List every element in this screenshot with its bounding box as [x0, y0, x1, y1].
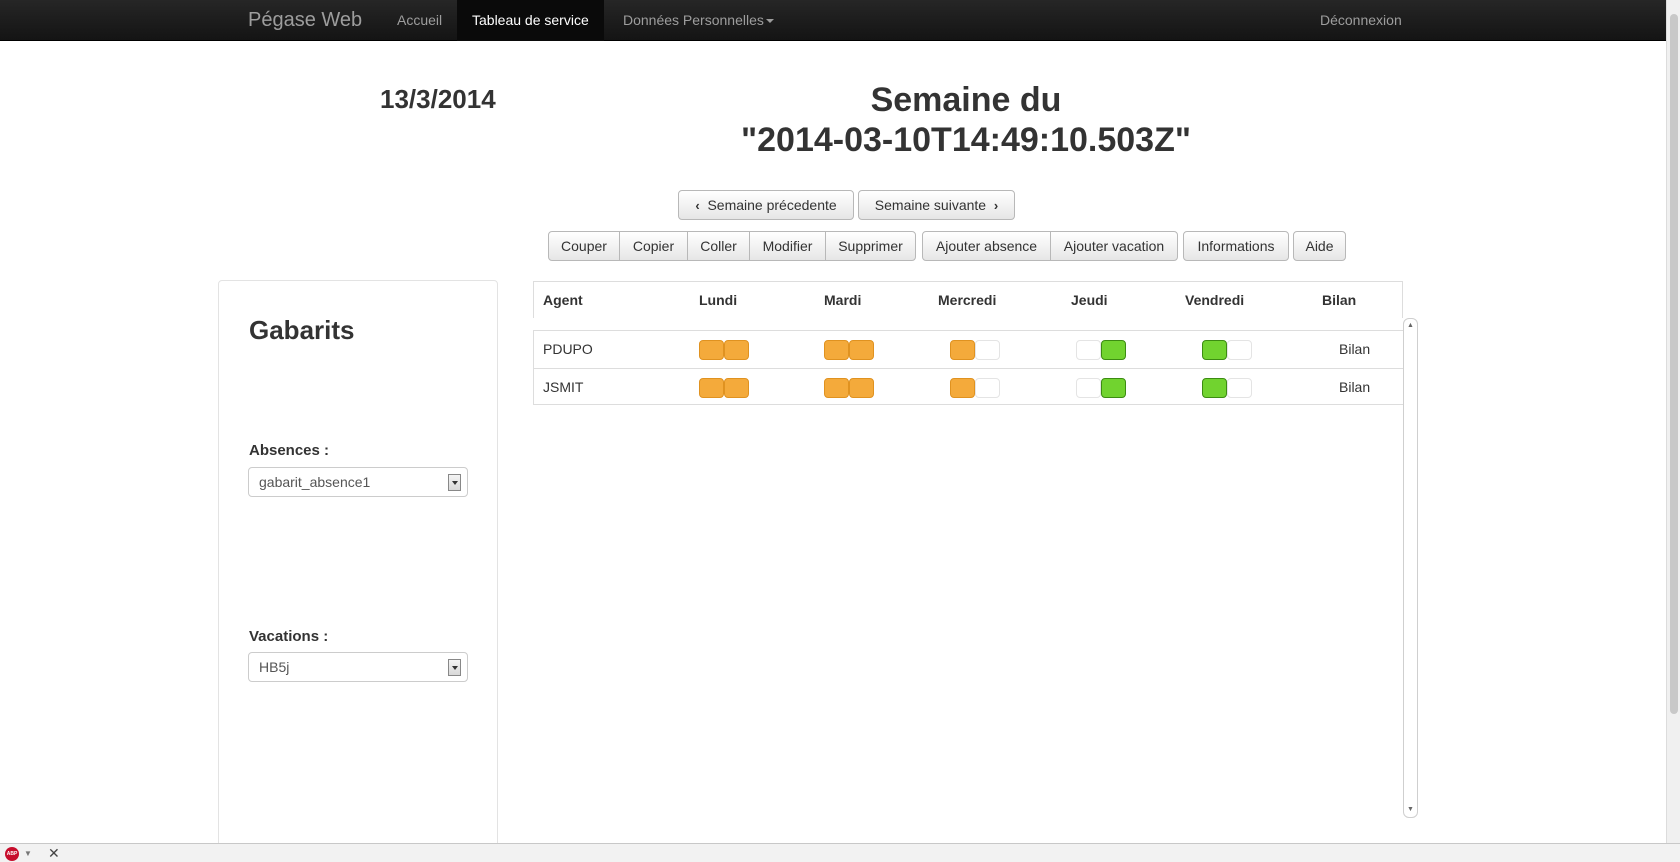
nav-tableau-de-service[interactable]: Tableau de service: [457, 0, 604, 41]
table-scrollbar[interactable]: ▲ ▼: [1403, 318, 1418, 818]
shift-slot[interactable]: [699, 340, 724, 360]
shift-slot[interactable]: [724, 378, 749, 398]
col-vendredi: Vendredi: [1185, 292, 1245, 308]
shift-slot[interactable]: [975, 378, 1000, 398]
shift-slot[interactable]: [950, 378, 975, 398]
col-mercredi: Mercredi: [938, 292, 997, 308]
shift-slot[interactable]: [1227, 340, 1252, 360]
copy-button[interactable]: Copier: [619, 231, 688, 261]
chevron-left-icon: ‹: [695, 198, 700, 213]
week-title: Semaine du "2014-03-10T14:49:10.503Z": [700, 80, 1232, 160]
shift-slot[interactable]: [724, 340, 749, 360]
next-week-label: Semaine suivante: [874, 197, 987, 213]
gabarits-title: Gabarits: [249, 315, 355, 345]
gabarits-panel: Gabarits Absences : gabarit_absence1 Vac…: [218, 280, 498, 860]
paste-button[interactable]: Coller: [687, 231, 750, 261]
agent-name: JSMIT: [543, 379, 584, 395]
shift-slot[interactable]: [1076, 378, 1101, 398]
shift-slot[interactable]: [975, 340, 1000, 360]
add-absence-button[interactable]: Ajouter absence: [922, 231, 1051, 261]
nav-donnees-personnelles-label: Données Personnelles: [623, 12, 764, 28]
top-navbar: Pégase Web Accueil Tableau de service Do…: [0, 0, 1666, 41]
scroll-up-icon[interactable]: ▲: [1407, 322, 1414, 330]
prev-week-label: Semaine précedente: [707, 197, 837, 213]
absences-label: Absences :: [249, 442, 330, 459]
page-scrollbar-thumb[interactable]: [1670, 14, 1678, 714]
brand-link[interactable]: Pégase Web: [248, 9, 362, 32]
current-date: 13/3/2014: [380, 84, 496, 114]
dropdown-arrow-icon[interactable]: [448, 474, 461, 491]
cut-button[interactable]: Couper: [548, 231, 620, 261]
shift-slot[interactable]: [824, 378, 849, 398]
schedule-table-header: Agent Lundi Mardi Mercredi Jeudi Vendred…: [533, 281, 1403, 318]
absences-select[interactable]: gabarit_absence1: [248, 467, 468, 497]
vacations-select[interactable]: HB5j: [248, 652, 468, 682]
modify-button[interactable]: Modifier: [749, 231, 826, 261]
absences-select-value: gabarit_absence1: [259, 474, 371, 490]
scroll-down-icon[interactable]: ▼: [1407, 806, 1414, 814]
schedule-table-body: PDUPO Bilan JSMIT Bilan: [533, 330, 1404, 407]
shift-slot[interactable]: [950, 340, 975, 360]
col-mardi: Mardi: [824, 292, 862, 308]
col-bilan: Bilan: [1322, 292, 1357, 308]
chevron-down-icon[interactable]: ▼: [24, 849, 32, 858]
nav-accueil[interactable]: Accueil: [382, 0, 457, 41]
week-title-line1: Semaine du: [870, 81, 1062, 119]
table-row[interactable]: JSMIT Bilan: [534, 369, 1404, 407]
next-week-button[interactable]: Semaine suivante ›: [858, 190, 1015, 220]
info-button[interactable]: Informations: [1183, 231, 1289, 261]
prev-week-button[interactable]: ‹ Semaine précedente: [678, 190, 854, 220]
agent-name: PDUPO: [543, 341, 593, 357]
shift-slot[interactable]: [849, 340, 874, 360]
shift-slot[interactable]: [1202, 340, 1227, 360]
adblock-icon[interactable]: ABP: [5, 847, 19, 861]
chevron-right-icon: ›: [993, 198, 999, 213]
shift-slot[interactable]: [1202, 378, 1227, 398]
col-jeudi: Jeudi: [1071, 292, 1108, 308]
shift-slot[interactable]: [1101, 340, 1126, 360]
shift-slot[interactable]: [849, 378, 874, 398]
help-button[interactable]: Aide: [1293, 231, 1346, 261]
shift-slot[interactable]: [699, 378, 724, 398]
add-vacation-button[interactable]: Ajouter vacation: [1050, 231, 1178, 261]
browser-addon-bar: ABP ▼ ✕: [0, 843, 1680, 862]
delete-button[interactable]: Supprimer: [825, 231, 916, 261]
vacations-label: Vacations :: [249, 628, 329, 645]
shift-slot[interactable]: [1076, 340, 1101, 360]
bilan-link[interactable]: Bilan: [1339, 341, 1370, 357]
shift-slot[interactable]: [824, 340, 849, 360]
close-icon[interactable]: ✕: [48, 845, 60, 862]
caret-down-icon: [765, 19, 774, 24]
table-row[interactable]: PDUPO Bilan: [534, 331, 1404, 369]
logout-link[interactable]: Déconnexion: [1305, 0, 1417, 41]
page-scrollbar[interactable]: [1666, 0, 1680, 843]
bilan-link[interactable]: Bilan: [1339, 379, 1370, 395]
dropdown-arrow-icon[interactable]: [448, 659, 461, 676]
week-title-line2: "2014-03-10T14:49:10.503Z": [741, 121, 1191, 159]
shift-slot[interactable]: [1227, 378, 1252, 398]
col-lundi: Lundi: [699, 292, 738, 308]
shift-slot[interactable]: [1101, 378, 1126, 398]
col-agent: Agent: [543, 292, 583, 308]
vacations-select-value: HB5j: [259, 659, 290, 675]
nav-donnees-personnelles[interactable]: Données Personnelles: [608, 0, 789, 41]
